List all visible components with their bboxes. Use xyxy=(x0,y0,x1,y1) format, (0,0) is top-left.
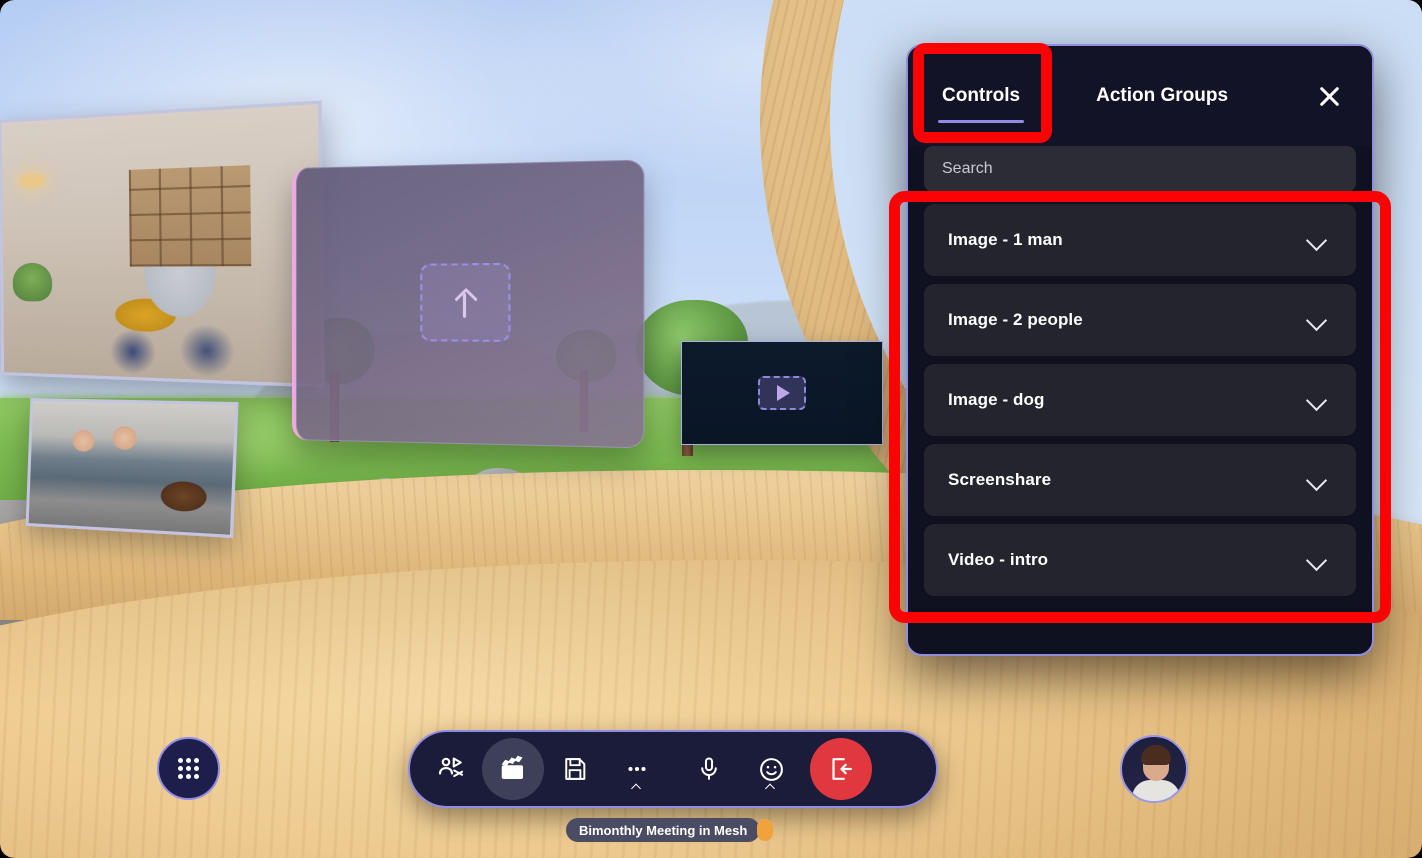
photo-detail-lamp xyxy=(19,173,46,189)
toolbar-button-leave[interactable] xyxy=(810,738,872,800)
photo-image-man-with-laptop xyxy=(1,103,322,385)
close-icon[interactable] xyxy=(1314,81,1344,111)
toolbar-button-more[interactable] xyxy=(606,738,668,800)
leave-door-icon xyxy=(832,758,852,780)
chevron-down-icon[interactable] xyxy=(1308,471,1326,489)
avatar-body xyxy=(1132,780,1180,801)
chevron-down-icon[interactable] xyxy=(1308,231,1326,249)
chevron-up-icon xyxy=(767,783,776,792)
people-icon xyxy=(438,757,464,778)
floppy-disk-icon xyxy=(565,758,586,780)
grid-dots-icon xyxy=(194,774,200,780)
tab-controls[interactable]: Controls xyxy=(938,85,1025,123)
search-field[interactable] xyxy=(924,146,1356,192)
list-item[interactable]: Image - dog xyxy=(924,364,1356,436)
emoji-smiley-icon xyxy=(759,757,783,781)
photo-detail-shelf xyxy=(128,165,252,267)
toolbar-button-save[interactable] xyxy=(544,738,606,800)
list-item-label: Image - dog xyxy=(948,390,1045,409)
panel-header: Controls Action Groups xyxy=(908,46,1372,146)
meeting-status-badge xyxy=(757,819,773,841)
grid-dots-icon xyxy=(185,765,191,771)
grid-dots-icon xyxy=(177,774,183,780)
tab-selected-underline xyxy=(938,120,1025,123)
app-launcher-button[interactable] xyxy=(157,737,220,800)
chevron-down-icon[interactable] xyxy=(1308,311,1326,329)
toolbar-button-reactions[interactable] xyxy=(740,738,802,800)
microphone-icon xyxy=(701,757,717,780)
list-item[interactable]: Image - 1 man xyxy=(924,204,1356,276)
toolbar-button-people[interactable] xyxy=(420,738,482,800)
controls-panel: Controls Action Groups Image - 1 man Ima… xyxy=(906,44,1374,656)
tab-action-groups-label: Action Groups xyxy=(1096,85,1229,106)
grid-dots-icon xyxy=(177,757,183,763)
toolbar-button-microphone[interactable] xyxy=(678,738,740,800)
list-item-label: Video - intro xyxy=(948,550,1049,569)
grid-dots-icon xyxy=(177,765,183,771)
video-content-panel[interactable] xyxy=(681,341,883,445)
tab-action-groups[interactable]: Action Groups xyxy=(1092,85,1232,107)
photo-detail-plant xyxy=(12,262,53,302)
grid-dots-icon xyxy=(194,765,200,771)
list-item[interactable]: Screenshare xyxy=(924,444,1356,516)
controls-list: Image - 1 man Image - 2 people Image - d… xyxy=(908,204,1372,596)
chevron-up-icon xyxy=(633,783,642,792)
clapperboard-icon xyxy=(501,755,523,779)
more-horizontal-icon xyxy=(628,766,646,772)
list-item[interactable]: Video - intro xyxy=(924,524,1356,596)
scene-photo-panel[interactable] xyxy=(0,100,325,388)
tab-controls-label: Controls xyxy=(942,85,1021,106)
scene-photo-panel[interactable] xyxy=(25,398,239,539)
toolbar-button-scenes[interactable] xyxy=(482,738,544,800)
chevron-down-icon[interactable] xyxy=(1308,391,1326,409)
list-item[interactable]: Image - 2 people xyxy=(924,284,1356,356)
avatar[interactable] xyxy=(1120,735,1188,803)
search-input[interactable] xyxy=(942,160,1338,178)
photo-image-two-people-with-dog xyxy=(28,401,236,535)
list-item-label: Image - 2 people xyxy=(948,310,1083,329)
video-dropzone[interactable] xyxy=(758,376,806,410)
grid-dots-icon xyxy=(185,757,191,763)
grid-dots-icon xyxy=(194,757,200,763)
meeting-title: Bimonthly Meeting in Mesh xyxy=(579,822,748,838)
upload-arrow-icon xyxy=(454,287,477,318)
meeting-title-chip: Bimonthly Meeting in Mesh xyxy=(566,818,761,842)
content-upload-panel[interactable] xyxy=(292,159,645,449)
meeting-toolbar xyxy=(408,730,938,808)
grid-dots-icon xyxy=(185,774,191,780)
app-window: Controls Action Groups Image - 1 man Ima… xyxy=(0,0,1422,858)
play-icon xyxy=(777,385,790,401)
upload-dropzone[interactable] xyxy=(420,262,511,342)
avatar-hair xyxy=(1141,745,1171,765)
chevron-down-icon[interactable] xyxy=(1308,551,1326,569)
list-item-label: Image - 1 man xyxy=(948,230,1063,249)
list-item-label: Screenshare xyxy=(948,470,1052,489)
